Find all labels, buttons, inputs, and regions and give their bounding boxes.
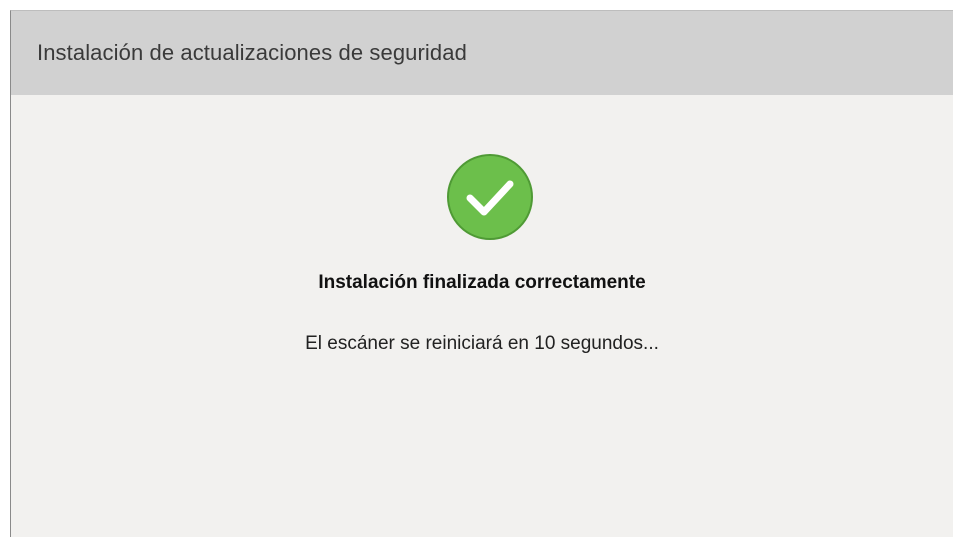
- title-bar: Instalación de actualizaciones de seguri…: [11, 11, 953, 95]
- restart-countdown-message: El escáner se reiniciará en 10 segundos.…: [305, 333, 659, 354]
- security-update-dialog: Instalación de actualizaciones de seguri…: [10, 10, 953, 537]
- dialog-title: Instalación de actualizaciones de seguri…: [37, 40, 467, 65]
- status-heading: Instalación finalizada correctamente: [318, 272, 646, 293]
- checkmark-circle-icon: [447, 154, 533, 240]
- dialog-content: Instalación finalizada correctamente El …: [11, 95, 953, 537]
